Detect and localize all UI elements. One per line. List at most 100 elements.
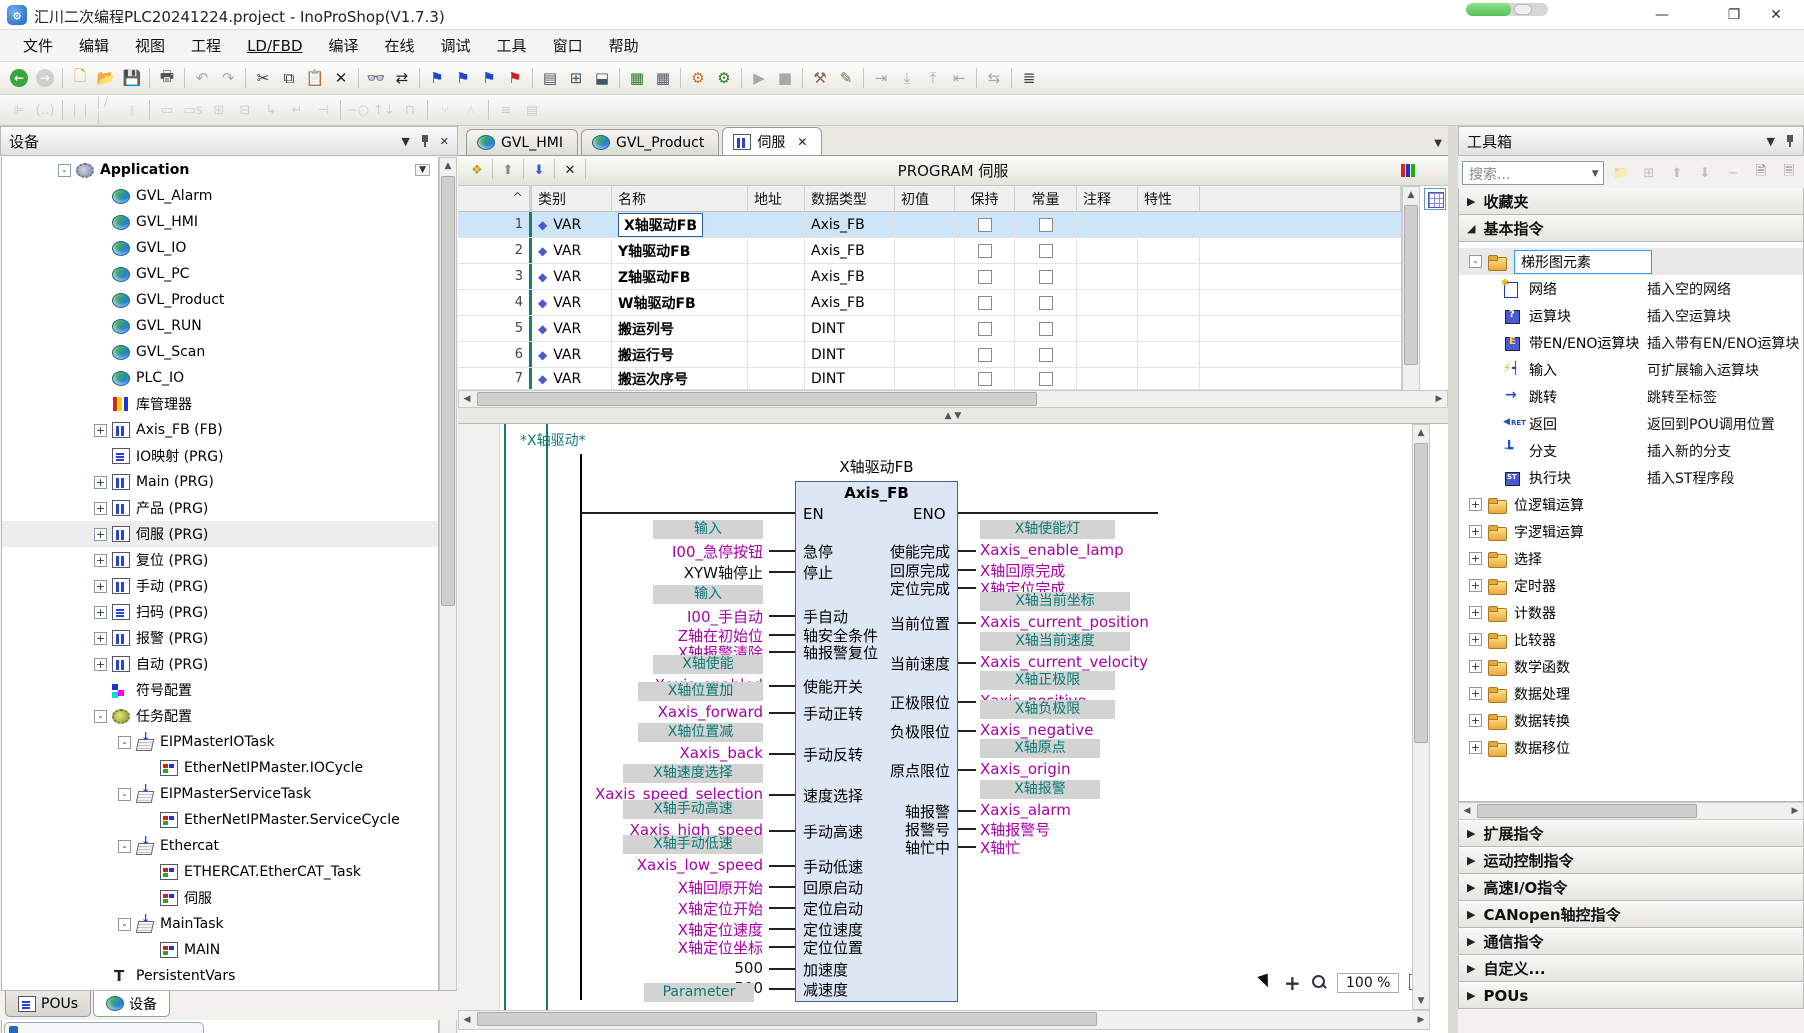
constant-checkbox[interactable] — [1039, 244, 1053, 258]
bookmark-next-icon[interactable]: ⚑ — [450, 66, 476, 90]
scroll-down-icon[interactable]: ▼ — [1413, 993, 1429, 1009]
expander-plus-icon[interactable]: + — [1469, 525, 1482, 538]
tools-icon[interactable]: ⚒ — [807, 66, 833, 90]
zoom-level[interactable]: 100 % — [1337, 973, 1399, 993]
scroll-right-icon[interactable]: ▶ — [1431, 391, 1447, 407]
tree-item-报警 (PRG)[interactable]: +报警 (PRG) — [2, 625, 438, 651]
var-type-cell[interactable]: DINT — [805, 368, 895, 389]
toolbox-item-网络[interactable]: 网络插入空的网络 — [1459, 275, 1803, 302]
parameter-comment-box[interactable]: Parameter — [644, 983, 754, 1002]
ld-contact-par-icon[interactable]: ⫲ — [119, 98, 145, 122]
retain-checkbox[interactable] — [978, 244, 992, 258]
expander-plus-icon[interactable]: + — [94, 528, 107, 541]
toolbox-folder-梯形图元素[interactable]: -梯形图元素 — [1459, 248, 1803, 275]
column-header-保持[interactable]: 保持 — [955, 186, 1015, 211]
var-keyword-cell[interactable]: ◆VAR — [532, 212, 612, 237]
scroll-up-icon[interactable]: ▲ — [440, 158, 456, 174]
ld-edge-icon[interactable]: ↑↓ — [371, 98, 397, 122]
expander-plus-icon[interactable]: + — [1469, 741, 1482, 754]
operand-comment[interactable]: X轴手动低速 — [623, 835, 763, 854]
tree-item-Ethercat[interactable]: -Ethercat — [2, 833, 438, 859]
expander-plus-icon[interactable]: + — [1469, 552, 1482, 565]
delete-icon[interactable]: ✕ — [328, 66, 354, 90]
constant-checkbox[interactable] — [1039, 348, 1053, 362]
operand-Xaxis_current_position[interactable]: Xaxis_current_position — [980, 613, 1149, 631]
tree-item-GVL_RUN[interactable]: GVL_RUN — [2, 313, 438, 339]
expander-plus-icon[interactable]: + — [1469, 498, 1482, 511]
scroll-thumb[interactable] — [477, 1012, 1097, 1026]
fbd-vscrollbar[interactable]: ▲ ▼ — [1412, 424, 1430, 1010]
paste-page-icon[interactable]: 🗏 — [1778, 162, 1800, 184]
scroll-thumb[interactable] — [477, 392, 1037, 406]
cut-icon[interactable]: ✂ — [250, 66, 276, 90]
move-up-icon[interactable]: ⬆ — [495, 159, 521, 183]
operand-comment[interactable]: X轴速度选择 — [623, 764, 763, 783]
remove-icon[interactable]: − — [1722, 162, 1744, 184]
gen-code-icon[interactable]: ⚙ — [711, 66, 737, 90]
ld-input-icon[interactable]: ⊣ — [310, 98, 336, 122]
var-attr-cell[interactable] — [1138, 368, 1200, 389]
var-retain-cell[interactable] — [955, 238, 1015, 263]
tab-close-icon[interactable]: ✕ — [797, 135, 807, 149]
menu-item-窗口[interactable]: 窗口 — [540, 31, 596, 60]
doc-tab-GVL_HMI[interactable]: GVL_HMI — [466, 129, 578, 155]
var-retain-cell[interactable] — [955, 212, 1015, 237]
constant-checkbox[interactable] — [1039, 296, 1053, 310]
var-name-cell[interactable]: 搬运次序号 — [612, 368, 748, 389]
delete-var-icon[interactable]: ✕ — [557, 159, 583, 183]
expander-minus-icon[interactable]: - — [58, 164, 71, 177]
toolbox-item-运算块[interactable]: 运算块插入空运算块 — [1459, 302, 1803, 329]
retain-checkbox[interactable] — [978, 372, 992, 386]
operand-I00_急停按钮[interactable]: I00_急停按钮 — [672, 541, 763, 562]
new-file-icon[interactable]: 🗋 — [67, 66, 93, 90]
var-init-cell[interactable] — [895, 368, 955, 389]
var-attr-cell[interactable] — [1138, 264, 1200, 289]
table-row[interactable]: 6◆VAR搬运行号DINT — [458, 342, 1401, 368]
toolbox-folder-位逻辑运算[interactable]: +位逻辑运算 — [1459, 491, 1803, 518]
move-down-icon[interactable]: ⬇ — [526, 159, 552, 183]
operand-Xaxis_low_speed[interactable]: Xaxis_low_speed — [637, 856, 763, 874]
menu-item-编译[interactable]: 编译 — [316, 31, 372, 60]
ld-comment-icon[interactable]: (‥) — [32, 98, 58, 122]
var-comment-cell[interactable] — [1077, 264, 1138, 289]
toolbox-folder-数学函数[interactable]: +数学函数 — [1459, 653, 1803, 680]
menu-item-工程[interactable]: 工程 — [178, 31, 234, 60]
tree-item-符号配置[interactable]: 符号配置 — [2, 677, 438, 703]
var-name-cell[interactable]: W轴驱动FB — [612, 290, 748, 315]
table-row[interactable]: 2◆VARY轴驱动FBAxis_FB — [458, 238, 1401, 264]
operand-comment[interactable]: 输入 — [653, 585, 763, 604]
bookmark-toggle-icon[interactable]: ⚑ — [424, 66, 450, 90]
var-attr-cell[interactable] — [1138, 342, 1200, 367]
var-retain-cell[interactable] — [955, 290, 1015, 315]
left-tab-设备[interactable]: 设备 — [93, 991, 170, 1017]
toolbox-item-跳转[interactable]: 跳转跳转至标签 — [1459, 383, 1803, 410]
expander-plus-icon[interactable]: + — [94, 658, 107, 671]
cross-ref-icon[interactable]: ≣ — [1016, 66, 1042, 90]
operand-comment[interactable]: X轴手动高速 — [623, 800, 763, 819]
retain-checkbox[interactable] — [978, 218, 992, 232]
operand-500[interactable]: 500 — [734, 959, 763, 977]
scroll-left-icon[interactable]: ◀ — [459, 391, 475, 407]
left-tab-POUs[interactable]: POUs — [5, 991, 91, 1017]
tree-item-GVL_Product[interactable]: GVL_Product — [2, 287, 438, 313]
ld-contact-neg-icon[interactable]: ❘/❘ — [93, 98, 119, 122]
tree-item-GVL_PC[interactable]: GVL_PC — [2, 261, 438, 287]
var-address-cell[interactable] — [748, 238, 805, 263]
tree-item-IO映射 (PRG)[interactable]: IO映射 (PRG) — [2, 443, 438, 469]
fb-instance-name[interactable]: X轴驱动FB — [795, 456, 958, 477]
tree-item-EtherNetIPMaster.IOCycle[interactable]: EtherNetIPMaster.IOCycle — [2, 755, 438, 781]
scroll-up-icon[interactable]: ▲ — [1413, 425, 1429, 441]
var-constant-cell[interactable] — [1015, 264, 1077, 289]
menu-item-调试[interactable]: 调试 — [428, 31, 484, 60]
expander-plus-icon[interactable]: + — [1469, 714, 1482, 727]
operand-comment[interactable]: X轴使能 — [653, 655, 763, 674]
var-address-cell[interactable] — [748, 212, 805, 237]
tree-item-Axis_FB (FB)[interactable]: +Axis_FB (FB) — [2, 417, 438, 443]
rebuild-icon[interactable]: ▦ — [650, 66, 676, 90]
fbd-hscrollbar[interactable]: ◀ ▶ — [458, 1010, 1430, 1030]
tree-item-任务配置[interactable]: -任务配置 — [2, 703, 438, 729]
constant-checkbox[interactable] — [1039, 372, 1053, 386]
expander-plus-icon[interactable]: + — [94, 632, 107, 645]
retain-checkbox[interactable] — [978, 348, 992, 362]
var-type-cell[interactable]: Axis_FB — [805, 264, 895, 289]
